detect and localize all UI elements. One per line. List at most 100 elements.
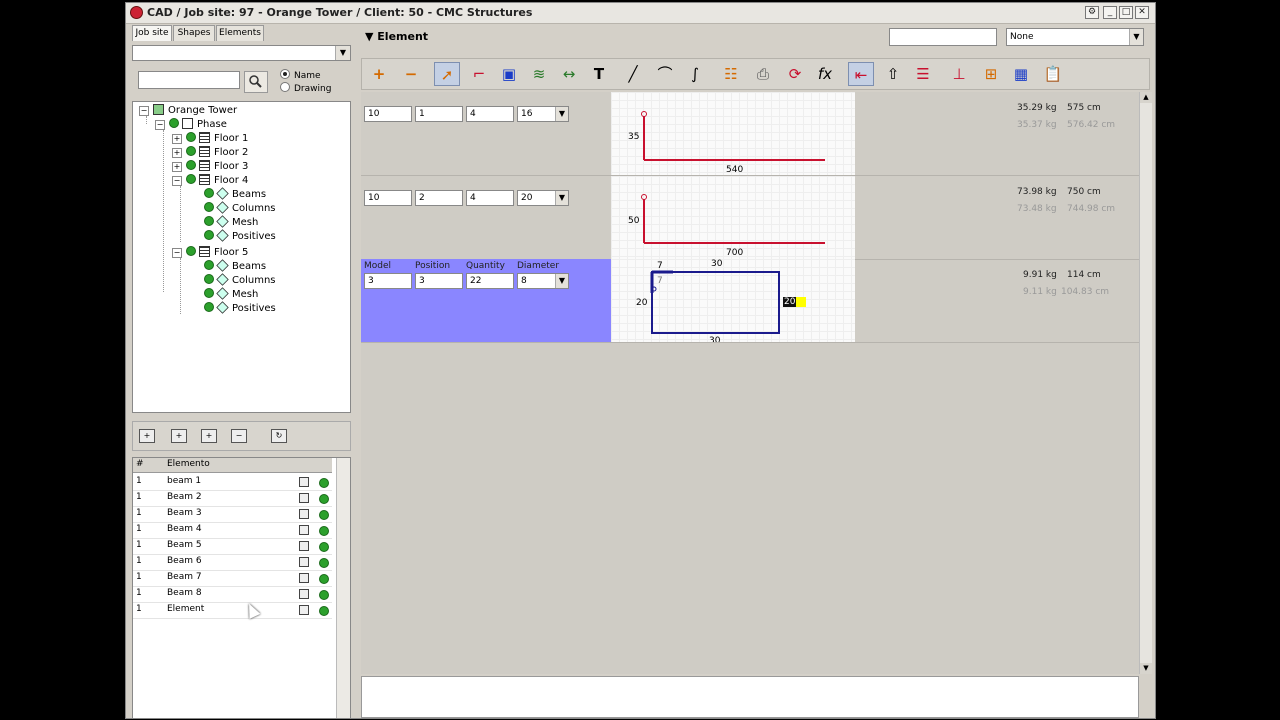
quantity-field[interactable]: 4: [466, 190, 514, 206]
element-name-input[interactable]: [889, 28, 997, 46]
element-type-icon[interactable]: [299, 557, 309, 567]
tree-node-floor-2[interactable]: + Floor 2: [172, 146, 248, 160]
position-field[interactable]: 2: [415, 190, 463, 206]
curve-icon[interactable]: ∫: [682, 62, 708, 86]
tree-node-beams[interactable]: Beams: [204, 187, 266, 202]
bar-row-selected[interactable]: Model Position Quantity Diameter 3 3 22 …: [361, 259, 1139, 343]
tab-elements[interactable]: Elements: [216, 25, 264, 41]
tree-node-phase[interactable]: − Phase: [155, 118, 227, 132]
paste-element-icon[interactable]: +: [201, 429, 217, 443]
quantity-field[interactable]: 4: [466, 106, 514, 122]
remove-icon[interactable]: −: [398, 62, 424, 86]
element-type-icon[interactable]: [299, 541, 309, 551]
radio-name[interactable]: Name: [280, 69, 321, 81]
diameter-select[interactable]: 20 ▼: [517, 190, 569, 206]
settings-icon[interactable]: ⚙: [1085, 6, 1099, 19]
line-icon[interactable]: ╱: [620, 62, 646, 86]
list-item[interactable]: 1 Beam 2: [133, 490, 332, 507]
add-group-icon[interactable]: +: [171, 429, 187, 443]
add-element-icon[interactable]: +: [139, 429, 155, 443]
scroll-up-icon[interactable]: ▲: [1140, 92, 1152, 103]
dimension-right-editing[interactable]: 20: [783, 297, 797, 307]
maximize-button[interactable]: □: [1119, 6, 1133, 19]
diameter-select[interactable]: 16 ▼: [517, 106, 569, 122]
tree-node-mesh[interactable]: Mesh: [204, 287, 258, 302]
bar-row[interactable]: 10 2 4 20 ▼ 50 700 73.98 kg 750 cm 73.48 …: [361, 176, 1139, 260]
position-field[interactable]: 3: [415, 273, 463, 289]
element-type-icon[interactable]: [299, 525, 309, 535]
remove-element-icon[interactable]: −: [231, 429, 247, 443]
content-scrollbar[interactable]: ▲ ▼: [1139, 92, 1152, 674]
collapse-icon[interactable]: −: [139, 106, 149, 116]
position-field[interactable]: 1: [415, 106, 463, 122]
list-item[interactable]: 1 Beam 8: [133, 586, 332, 603]
expand-icon[interactable]: +: [172, 162, 182, 172]
anchor-icon[interactable]: ⊥: [946, 62, 972, 86]
tab-shapes[interactable]: Shapes: [173, 25, 215, 41]
element-type-icon[interactable]: [299, 605, 309, 615]
tree-node-floor-3[interactable]: + Floor 3: [172, 160, 248, 174]
table-icon[interactable]: ⊞: [978, 62, 1004, 86]
tree-node-floor-1[interactable]: + Floor 1: [172, 132, 248, 146]
function-icon[interactable]: fx: [812, 62, 838, 86]
tree-node-positives[interactable]: Positives: [204, 301, 276, 316]
clipboard-icon[interactable]: 📋: [1040, 62, 1066, 86]
text-icon[interactable]: T: [586, 62, 612, 86]
search-button[interactable]: [244, 71, 268, 93]
element-filter-select[interactable]: None ▼: [1006, 28, 1144, 46]
hook-bar-icon[interactable]: ⌐: [466, 62, 492, 86]
arrow-up-icon[interactable]: ⇧: [880, 62, 906, 86]
tree-node-root[interactable]: − Orange Tower: [139, 104, 237, 118]
minimize-button[interactable]: _: [1103, 6, 1117, 19]
align-left-icon[interactable]: ⇤: [848, 62, 874, 86]
tree-node-columns[interactable]: Columns: [204, 201, 276, 216]
element-title[interactable]: ▼ Element: [365, 30, 428, 43]
element-type-icon[interactable]: [299, 493, 309, 503]
search-input[interactable]: [138, 71, 240, 89]
distribute-icon[interactable]: ☰: [910, 62, 936, 86]
element-type-icon[interactable]: [299, 573, 309, 583]
stirrup-icon[interactable]: ▣: [496, 62, 522, 86]
list-item[interactable]: 1 Beam 6: [133, 554, 332, 571]
rotate-icon[interactable]: ⟳: [782, 62, 808, 86]
element-type-icon[interactable]: [299, 589, 309, 599]
bar-row[interactable]: 10 1 4 16 ▼ 35 540 35.29 kg 575 cm 35.37 …: [361, 92, 1139, 176]
list-item[interactable]: 1 Beam 5: [133, 538, 332, 555]
tree-node-columns[interactable]: Columns: [204, 273, 276, 288]
tree-node-floor-4[interactable]: − Floor 4: [172, 174, 248, 188]
bar-drawing[interactable]: 35 540: [611, 92, 855, 175]
quantity-field[interactable]: 22: [466, 273, 514, 289]
refresh-list-icon[interactable]: ↻: [271, 429, 287, 443]
model-field[interactable]: 10: [364, 106, 412, 122]
tree-node-beams[interactable]: Beams: [204, 259, 266, 274]
model-field[interactable]: 10: [364, 190, 412, 206]
arc-icon[interactable]: ⌒: [652, 62, 678, 86]
expand-icon[interactable]: +: [172, 134, 182, 144]
tree-node-floor-5[interactable]: − Floor 5: [172, 246, 248, 260]
diameter-select[interactable]: 8 ▼: [517, 273, 569, 289]
list-item[interactable]: 1 Beam 4: [133, 522, 332, 539]
scroll-down-icon[interactable]: ▼: [1140, 663, 1152, 674]
element-type-icon[interactable]: [299, 509, 309, 519]
list-item[interactable]: 1 Element: [133, 602, 332, 619]
list-item[interactable]: 1 Beam 7: [133, 570, 332, 587]
model-field[interactable]: 3: [364, 273, 412, 289]
tree-node-positives[interactable]: Positives: [204, 229, 276, 244]
radio-drawing[interactable]: Drawing: [280, 82, 331, 94]
print-icon[interactable]: ⎙: [750, 62, 776, 86]
collapse-icon[interactable]: −: [155, 120, 165, 130]
tab-job-site[interactable]: Job site: [132, 25, 172, 41]
list-item[interactable]: 1 Beam 3: [133, 506, 332, 523]
tree-node-mesh[interactable]: Mesh: [204, 215, 258, 230]
bar-drawing[interactable]: 50 700: [611, 176, 855, 259]
expand-icon[interactable]: +: [172, 148, 182, 158]
element-type-icon[interactable]: [299, 477, 309, 487]
select-arrow-icon[interactable]: ➚: [434, 62, 460, 86]
add-icon[interactable]: +: [366, 62, 392, 86]
close-button[interactable]: ✕: [1135, 6, 1149, 19]
list-item[interactable]: 1 beam 1: [133, 474, 332, 491]
grid-icon[interactable]: ▦: [1008, 62, 1034, 86]
collapse-icon[interactable]: −: [172, 248, 182, 258]
filter-combo[interactable]: ▼: [132, 45, 351, 61]
list-scrollbar[interactable]: [336, 458, 350, 718]
